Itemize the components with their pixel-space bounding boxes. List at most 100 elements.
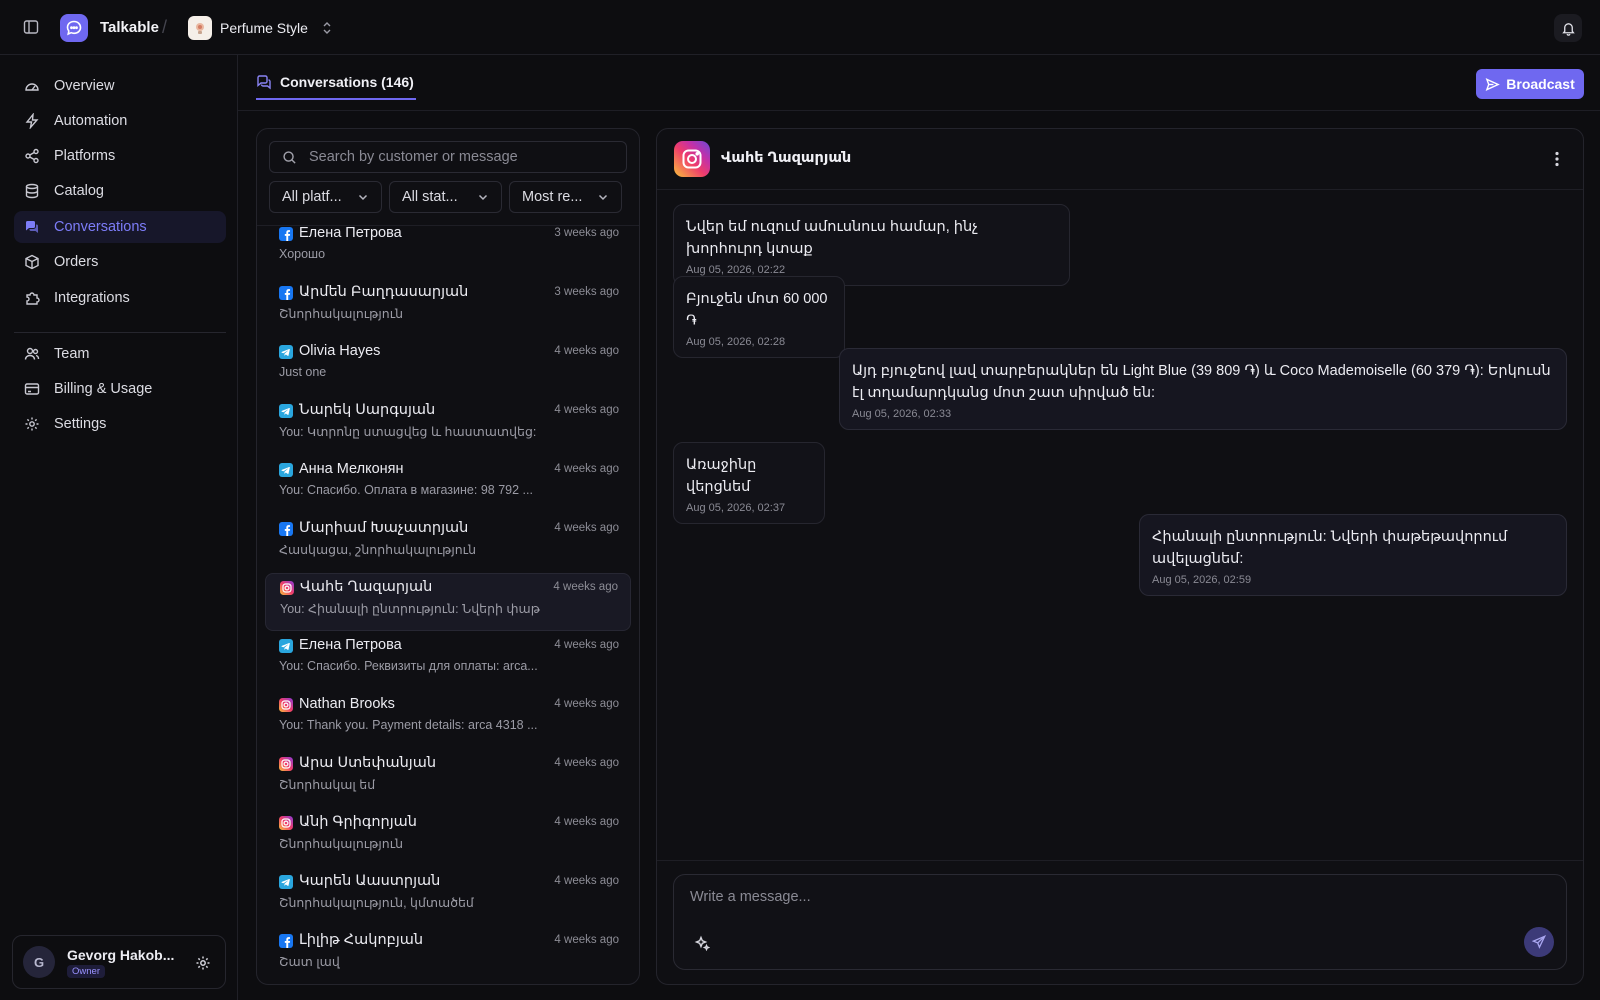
user-name: Gevorg Hakob... bbox=[67, 946, 175, 963]
message-time: Aug 05, 2026, 02:59 bbox=[1152, 574, 1252, 586]
sidebar-item-label: Orders bbox=[54, 254, 99, 270]
sidebar-item-label: Catalog bbox=[54, 183, 104, 199]
conversation-time: 4 weeks ago bbox=[554, 462, 619, 475]
chat-contact-name: Վահե Ղազարյան bbox=[721, 150, 852, 166]
telegram-icon bbox=[279, 874, 293, 889]
box-icon bbox=[25, 254, 39, 270]
dashboard-icon bbox=[25, 83, 39, 91]
facebook-icon bbox=[279, 933, 293, 948]
message-time: Aug 05, 2026, 02:22 bbox=[686, 264, 786, 276]
user-card[interactable]: G Gevorg Hakob... Owner bbox=[12, 935, 226, 989]
conversation-list-item[interactable]: Կարեն Աաստրյան 4 weeks ago Շնորհակալությու… bbox=[265, 868, 631, 926]
sidebar-item-orders[interactable]: Orders bbox=[14, 246, 226, 278]
sidebar-item-overview[interactable]: Overview bbox=[14, 70, 226, 102]
platform-filter-select[interactable]: All platf... bbox=[269, 181, 382, 213]
conversation-time: 4 weeks ago bbox=[554, 639, 619, 652]
card-icon bbox=[24, 383, 40, 395]
search-icon bbox=[283, 150, 296, 164]
conversation-list-item[interactable]: Մարիամ Խաչատրյան 4 weeks ago Հասկացա, շնոր… bbox=[265, 515, 631, 573]
gear-icon bbox=[25, 417, 39, 431]
users-icon bbox=[24, 347, 40, 360]
header-divider bbox=[238, 110, 1600, 111]
store-name: Perfume Style bbox=[220, 20, 308, 36]
telegram-icon bbox=[279, 639, 293, 654]
database-icon bbox=[25, 183, 39, 199]
sidebar-item-platforms[interactable]: Platforms bbox=[14, 140, 226, 172]
composer-divider bbox=[657, 860, 1583, 861]
conversation-list-item[interactable]: Елена Петрова 4 weeks ago You: Спасибо. Ре… bbox=[265, 632, 631, 690]
conversation-preview: You: Կտրոնը ստացվեց և հաստատվեց: Շ... bbox=[279, 424, 539, 439]
sidebar-item-label: Billing & Usage bbox=[54, 381, 153, 397]
conversation-list: Елена Петрова 3 weeks ago Хорошо Արմեն Բաղդ… bbox=[257, 226, 639, 984]
conversation-list-item[interactable]: Արա Ստեփանյան 4 weeks ago Շնորհակալ եմ bbox=[265, 750, 631, 808]
conversation-time: 4 weeks ago bbox=[554, 757, 619, 770]
sparkle-ai-icon[interactable] bbox=[692, 933, 712, 953]
message-input[interactable] bbox=[690, 889, 1540, 915]
sidebar-item-team[interactable]: Team bbox=[14, 338, 226, 370]
conversation-list-item[interactable]: Արմեն Բաղդասարյան 3 weeks ago Շնորհակալութ… bbox=[265, 279, 631, 337]
conversation-time: 3 weeks ago bbox=[554, 285, 619, 298]
filter-label: All stat... bbox=[402, 189, 458, 205]
status-filter-select[interactable]: All stat... bbox=[389, 181, 502, 213]
search-box bbox=[269, 141, 627, 173]
instagram-icon bbox=[279, 757, 293, 772]
puzzle-icon bbox=[26, 292, 40, 305]
store-switcher[interactable]: Perfume Style bbox=[188, 15, 332, 41]
chevron-down-icon bbox=[478, 194, 488, 201]
sidebar-item-billing[interactable]: Billing & Usage bbox=[14, 373, 226, 405]
broadcast-button[interactable]: Broadcast bbox=[1476, 69, 1584, 99]
conversation-list-item[interactable]: Анна Мелконян 4 weeks ago You: Спасибо. Оп… bbox=[265, 456, 631, 514]
conversation-list-item[interactable]: Վահե Ղազարյան 4 weeks ago You: Հիանալի ընտ… bbox=[265, 573, 631, 632]
sidebar-toggle-icon[interactable] bbox=[22, 18, 40, 36]
conversation-list-item[interactable]: Անի Գրիգորյան 4 weeks ago Շնորհակալություն bbox=[265, 809, 631, 867]
sidebar-item-catalog[interactable]: Catalog bbox=[14, 175, 226, 207]
send-button[interactable] bbox=[1524, 927, 1554, 957]
sidebar: Overview Automation Platforms Catalog Co… bbox=[0, 55, 238, 1000]
conversation-time: 4 weeks ago bbox=[554, 521, 619, 534]
conversation-list-item[interactable]: Nathan Brooks 4 weeks ago You: Thank you. … bbox=[265, 691, 631, 749]
sidebar-item-label: Platforms bbox=[54, 148, 116, 164]
conversation-preview: Շնորհակալություն bbox=[279, 306, 404, 321]
conversation-list-item[interactable]: Olivia Hayes 4 weeks ago Just one bbox=[265, 338, 631, 396]
user-settings-gear-icon[interactable] bbox=[195, 955, 211, 974]
conversation-time: 4 weeks ago bbox=[554, 874, 619, 887]
bolt-icon bbox=[25, 113, 39, 129]
filter-label: Most re... bbox=[522, 189, 583, 205]
facebook-icon bbox=[279, 227, 293, 241]
search-input[interactable] bbox=[309, 149, 609, 165]
sidebar-item-integrations[interactable]: Integrations bbox=[14, 282, 226, 314]
sidebar-item-conversations[interactable]: Conversations bbox=[14, 211, 226, 243]
conversation-preview: Շնորհակալություն, կմտածեմ bbox=[279, 895, 474, 910]
instagram-icon bbox=[279, 698, 293, 713]
instagram-icon bbox=[674, 141, 710, 177]
more-vertical-icon[interactable] bbox=[1547, 149, 1567, 169]
conversation-name: Nathan Brooks bbox=[299, 696, 395, 713]
share-icon bbox=[25, 148, 39, 164]
conversation-list-item[interactable]: Նարեկ Սարգսյան 4 weeks ago You: Կտրոնը ստա… bbox=[265, 397, 631, 455]
chevron-updown-icon bbox=[322, 21, 332, 35]
tab-conversations[interactable]: Conversations (146) bbox=[256, 66, 416, 100]
app-name: Talkable bbox=[100, 19, 159, 36]
sort-select[interactable]: Most re... bbox=[509, 181, 622, 213]
chat-panel: Վահե Ղազարյան Նվեր եմ ուզում ամուսնուս հ… bbox=[656, 128, 1584, 985]
message-time: Aug 05, 2026, 02:28 bbox=[686, 336, 786, 348]
instagram-icon bbox=[280, 581, 294, 596]
conversation-name: Անի Գրիգորյան bbox=[299, 814, 417, 830]
sidebar-item-automation[interactable]: Automation bbox=[14, 105, 226, 137]
conversation-name: Елена Петрова bbox=[299, 226, 402, 241]
message-time: Aug 05, 2026, 02:37 bbox=[686, 502, 786, 514]
chat-bubbles-icon bbox=[257, 75, 271, 90]
message-text: Բյուջեն մոտ 60 000 ֏ bbox=[686, 291, 828, 329]
sidebar-item-settings[interactable]: Settings bbox=[14, 408, 226, 440]
conversation-list-item[interactable]: Елена Петрова 3 weeks ago Хорошо bbox=[265, 226, 631, 278]
chevron-down-icon bbox=[598, 194, 608, 201]
conversation-time: 4 weeks ago bbox=[553, 581, 618, 594]
conversation-time: 4 weeks ago bbox=[554, 816, 619, 828]
message-composer bbox=[673, 874, 1567, 970]
message-bubble-incoming: Առաջինը վերցնեմ Aug 05, 2026, 02:37 bbox=[673, 442, 825, 524]
notifications-bell-icon[interactable] bbox=[1554, 14, 1582, 42]
message-text: Առաջինը վերցնեմ bbox=[686, 457, 757, 495]
message-bubble-outgoing: Հիանալի ընտրություն: Նվերի փաթեթավորում … bbox=[1139, 514, 1567, 596]
conversation-list-item[interactable]: Լիլիթ Հակոբյան 4 weeks ago Շատ լավ bbox=[265, 927, 631, 984]
conversation-name: Արմեն Բաղդասարյան bbox=[299, 283, 469, 300]
